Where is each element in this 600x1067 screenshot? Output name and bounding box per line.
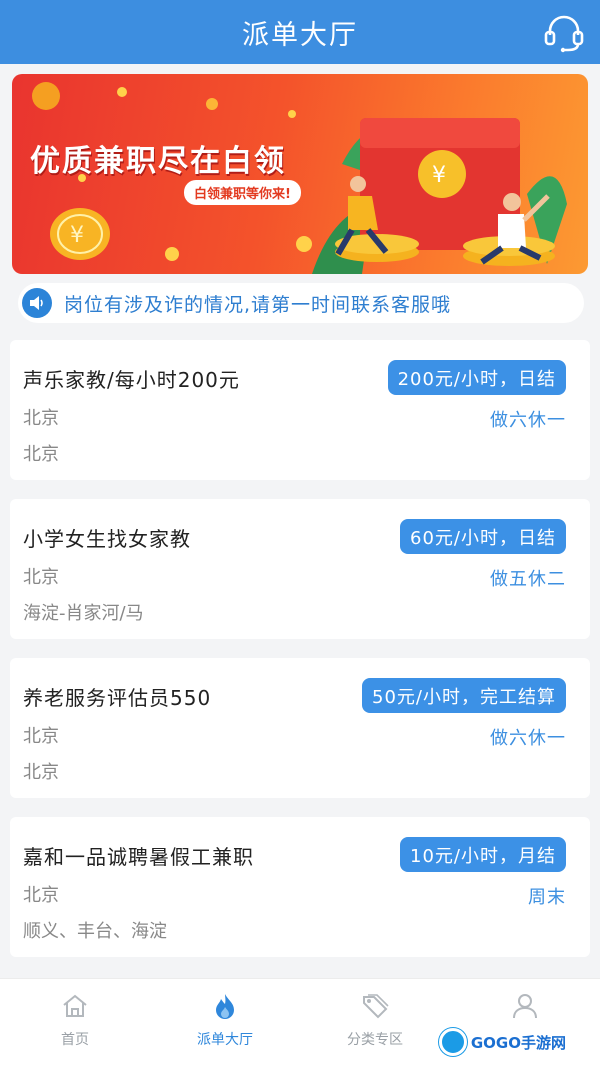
promo-banner[interactable]: ¥ ¥ 优质兼职尽在白领 白领兼职等你来!: [12, 74, 588, 274]
flame-icon: [216, 994, 234, 1019]
watermark-logo-icon: [438, 1028, 467, 1056]
tab-categories[interactable]: 分类专区: [300, 979, 450, 1067]
job-title: 小学女生找女家教: [23, 527, 191, 551]
home-icon: [63, 994, 87, 1017]
job-area: 北京: [23, 444, 59, 465]
svg-text:¥: ¥: [432, 163, 446, 188]
pay-badge: 60元/小时，日结: [400, 519, 566, 554]
headset-icon[interactable]: [542, 13, 586, 53]
notice-text: 岗位有涉及诈的情况,请第一时间联系客服哦: [64, 293, 452, 316]
watermark-text: GOGO手游网: [470, 1033, 566, 1052]
tab-label: 派单大厅: [197, 1032, 253, 1048]
tag-icon: [363, 994, 389, 1019]
tab-home[interactable]: 首页: [0, 979, 150, 1067]
job-schedule: 做六休一: [490, 410, 566, 431]
page-title: 派单大厅: [242, 19, 358, 51]
job-area: 北京: [23, 762, 59, 783]
site-watermark: GOGO手游网: [438, 1028, 566, 1056]
pay-badge: 50元/小时，完工结算: [362, 678, 566, 713]
banner-subline: 白领兼职等你来!: [184, 180, 301, 205]
tab-label: 分类专区: [347, 1032, 403, 1048]
app-header: 派单大厅: [0, 0, 600, 64]
user-icon: [513, 994, 537, 1019]
pay-badge: 10元/小时，月结: [400, 837, 566, 872]
notice-bar[interactable]: 岗位有涉及诈的情况,请第一时间联系客服哦: [18, 283, 584, 323]
job-title: 嘉和一品诚聘暑假工兼职: [23, 845, 254, 869]
tab-dispatch-hall[interactable]: 派单大厅: [150, 979, 300, 1067]
job-city: 北京: [23, 885, 59, 906]
banner-headline: 优质兼职尽在白领: [30, 144, 286, 179]
job-card[interactable]: 养老服务评估员550 50元/小时，完工结算 北京 做六休一 北京: [10, 658, 590, 798]
job-city: 北京: [23, 726, 59, 747]
job-city: 北京: [23, 408, 59, 429]
job-card[interactable]: 声乐家教/每小时200元 200元/小时，日结 北京 做六休一 北京: [10, 340, 590, 480]
job-schedule: 做五休二: [490, 569, 566, 590]
job-card[interactable]: 小学女生找女家教 60元/小时，日结 北京 做五休二 海淀-肖家河/马: [10, 499, 590, 639]
job-title: 养老服务评估员550: [23, 686, 212, 710]
job-area: 海淀-肖家河/马: [23, 603, 144, 624]
tab-label: 首页: [61, 1032, 89, 1048]
svg-text:¥: ¥: [70, 223, 84, 248]
job-schedule: 做六休一: [490, 728, 566, 749]
pay-badge: 200元/小时，日结: [387, 360, 566, 395]
job-card[interactable]: 嘉和一品诚聘暑假工兼职 10元/小时，月结 北京 周末 顺义、丰台、海淀: [10, 817, 590, 957]
job-title: 声乐家教/每小时200元: [23, 368, 240, 392]
job-city: 北京: [23, 567, 59, 588]
job-area: 顺义、丰台、海淀: [23, 921, 167, 942]
job-schedule: 周末: [528, 887, 566, 908]
speaker-icon: [22, 288, 52, 318]
